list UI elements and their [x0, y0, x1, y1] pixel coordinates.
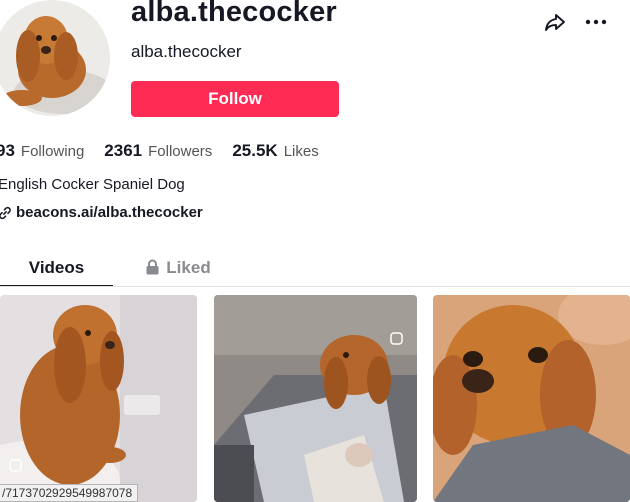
share-icon[interactable] — [543, 10, 567, 34]
stat-value: 93 — [0, 141, 15, 160]
stat-label: Likes — [283, 143, 319, 160]
video-thumbnail-image — [0, 295, 197, 502]
profile-nickname: alba.thecocker — [131, 42, 242, 61]
video-thumbnail[interactable] — [214, 295, 417, 502]
tab-liked-label: Liked — [166, 258, 211, 277]
profile-link-text: beacons.ai/alba.thecocker — [16, 204, 203, 221]
profile-bio: English Cocker Spaniel Dog — [0, 176, 185, 193]
tab-videos[interactable]: Videos — [0, 253, 113, 287]
lock-icon — [146, 259, 159, 275]
stat-value: 2361 — [104, 141, 143, 160]
profile-stats: 93 Following 2361 Followers 25.5K Likes — [0, 141, 339, 161]
video-thumbnail[interactable] — [0, 295, 197, 502]
stat-followers[interactable]: 2361 Followers — [104, 141, 212, 161]
tab-liked[interactable]: Liked — [113, 253, 243, 287]
video-thumbnail-image — [433, 295, 630, 502]
stat-likes: 25.5K Likes — [232, 141, 318, 161]
video-thumbnail[interactable] — [433, 295, 630, 502]
avatar-dog-image — [0, 0, 110, 116]
profile-username: alba.thecocker — [131, 0, 337, 28]
stat-label: Following — [20, 143, 85, 160]
profile-link[interactable]: beacons.ai/alba.thecocker — [0, 204, 203, 221]
video-thumbnail-image — [214, 295, 417, 502]
more-icon[interactable] — [584, 10, 608, 34]
tab-videos-label: Videos — [28, 258, 85, 277]
stat-value: 25.5K — [232, 141, 278, 160]
avatar[interactable] — [0, 0, 110, 116]
tabs-divider — [0, 286, 630, 287]
link-icon — [0, 206, 11, 219]
status-url-tooltip: /7173702929549987078 — [0, 484, 139, 502]
stat-following[interactable]: 93 Following — [0, 141, 84, 161]
follow-button[interactable]: Follow — [131, 81, 339, 117]
stat-label: Followers — [148, 143, 213, 160]
